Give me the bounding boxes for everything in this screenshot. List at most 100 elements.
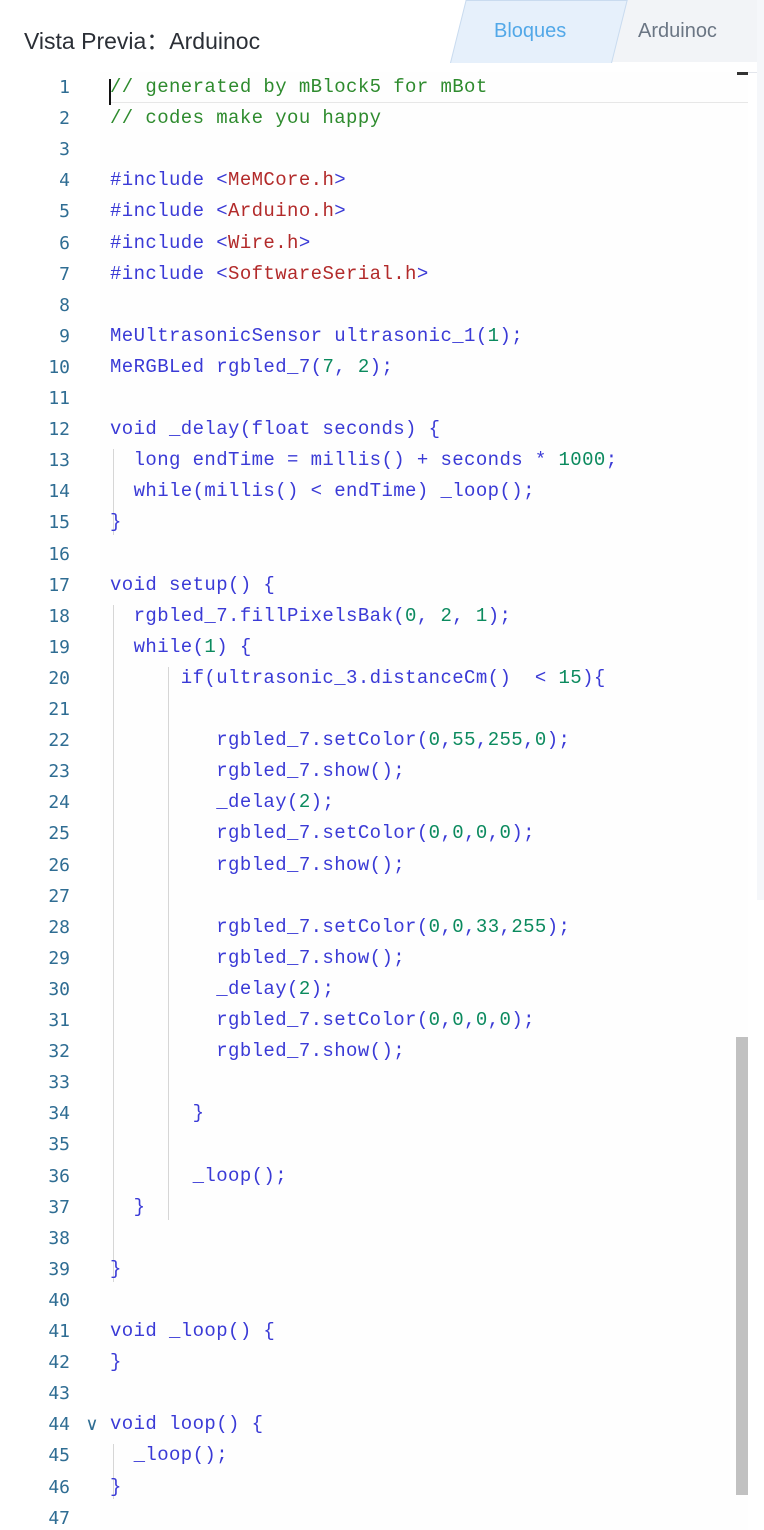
- code-text: }: [110, 1102, 205, 1125]
- code-line[interactable]: 18 rgbled_7.fillPixelsBak(0, 2, 1);: [0, 601, 748, 632]
- code-line[interactable]: 27: [0, 881, 748, 912]
- line-number: 39: [48, 1258, 70, 1280]
- line-number: 11: [48, 388, 70, 409]
- line-number: 2: [59, 108, 70, 130]
- code-line[interactable]: 24 _delay(2);: [0, 787, 748, 818]
- code-line[interactable]: 42}: [0, 1347, 748, 1378]
- code-line[interactable]: 11: [0, 383, 748, 414]
- vertical-scrollbar-thumb[interactable]: [736, 1037, 748, 1495]
- code-line[interactable]: 8: [0, 290, 748, 321]
- code-line[interactable]: 38: [0, 1223, 748, 1254]
- code-line[interactable]: 13 long endTime = millis() + seconds * 1…: [0, 445, 748, 476]
- code-line[interactable]: 26 rgbled_7.show();: [0, 850, 748, 881]
- preview-header: Vista Previa：Arduinoc Bloques Arduinoc: [0, 0, 764, 73]
- code-line[interactable]: 35: [0, 1129, 748, 1160]
- code-line[interactable]: 20 if(ultrasonic_3.distanceCm() < 15){: [0, 663, 748, 694]
- code-line[interactable]: 7 #include <SoftwareSerial.h>: [0, 259, 748, 290]
- line-number: 29: [48, 947, 70, 969]
- line-number: 8: [59, 294, 70, 316]
- code-line[interactable]: 4 #include <MeMCore.h>: [0, 165, 748, 196]
- code-line[interactable]: 22 rgbled_7.setColor(0,55,255,0);: [0, 725, 748, 756]
- code-line[interactable]: 5 #include <Arduino.h>: [0, 196, 748, 227]
- code-line[interactable]: 2 // codes make you happy: [0, 103, 748, 134]
- code-text: #include <SoftwareSerial.h>: [110, 262, 429, 285]
- code-line[interactable]: 31 rgbled_7.setColor(0,0,0,0);: [0, 1005, 748, 1036]
- code-text: }: [110, 1257, 122, 1280]
- line-number: 42: [48, 1352, 70, 1374]
- code-text: while(1) {: [110, 635, 252, 658]
- code-text: rgbled_7.show();: [110, 760, 406, 783]
- code-text: _delay(2);: [110, 791, 335, 814]
- code-line[interactable]: 25 rgbled_7.setColor(0,0,0,0);: [0, 818, 748, 849]
- code-line[interactable]: 28 rgbled_7.setColor(0,0,33,255);: [0, 912, 748, 943]
- code-text: rgbled_7.setColor(0,0,33,255);: [110, 915, 571, 938]
- code-text: while(millis() < endTime) _loop();: [110, 480, 535, 503]
- line-number: 36: [48, 1165, 70, 1187]
- code-line[interactable]: 47: [0, 1503, 748, 1530]
- line-number: 12: [48, 419, 70, 441]
- line-number: 40: [48, 1289, 70, 1311]
- line-number: 34: [48, 1103, 70, 1125]
- code-line[interactable]: 29 rgbled_7.show();: [0, 943, 748, 974]
- line-number: 27: [48, 885, 70, 907]
- line-number: 24: [48, 792, 70, 814]
- line-number: 35: [48, 1134, 70, 1156]
- line-number: 16: [48, 543, 70, 565]
- code-line[interactable]: 10 MeRGBLed rgbled_7(7, 2);: [0, 352, 748, 383]
- code-line[interactable]: 32 rgbled_7.show();: [0, 1036, 748, 1067]
- code-line[interactable]: 17 void setup() {: [0, 570, 748, 601]
- line-number: 28: [48, 916, 70, 938]
- line-number: 9: [59, 325, 70, 347]
- code-text: void _loop() {: [110, 1320, 276, 1342]
- code-editor[interactable]: 1 // generated by mBlock5 for mBot 2 // cod…: [0, 72, 748, 1530]
- code-line[interactable]: 14 while(millis() < endTime) _loop();: [0, 476, 748, 507]
- code-line[interactable]: 12 void _delay(float seconds) {: [0, 414, 748, 445]
- code-text: #include <Arduino.h>: [110, 200, 347, 223]
- tab-bloques[interactable]: Bloques: [494, 20, 566, 43]
- line-number: 46: [48, 1476, 70, 1498]
- chevron-down-icon[interactable]: ∨: [80, 1409, 104, 1440]
- line-number: 31: [48, 1010, 70, 1031]
- line-number: 3: [59, 139, 70, 161]
- code-line[interactable]: 44 ∨ void loop() {: [0, 1409, 748, 1440]
- line-number: 23: [48, 761, 70, 783]
- code-line[interactable]: 30 _delay(2);: [0, 974, 748, 1005]
- line-number: 13: [48, 450, 70, 472]
- line-number: 43: [48, 1383, 70, 1405]
- code-text: }: [110, 511, 122, 534]
- code-text: rgbled_7.show();: [110, 946, 406, 969]
- line-number: 7: [59, 263, 70, 285]
- code-text: void setup() {: [110, 573, 276, 596]
- code-line[interactable]: 6 #include <Wire.h>: [0, 228, 748, 259]
- line-number: 30: [48, 978, 70, 1000]
- code-line[interactable]: 43: [0, 1378, 748, 1409]
- code-line[interactable]: 37 }: [0, 1192, 748, 1223]
- tab-arduinoc[interactable]: Arduinoc: [638, 20, 717, 43]
- code-line[interactable]: 15}: [0, 507, 748, 538]
- code-line[interactable]: 16: [0, 539, 748, 570]
- code-line[interactable]: 36 _loop();: [0, 1161, 748, 1192]
- code-line[interactable]: 34 }: [0, 1098, 748, 1129]
- code-line[interactable]: 39}: [0, 1254, 748, 1285]
- code-line[interactable]: 9 MeUltrasonicSensor ultrasonic_1(1);: [0, 321, 748, 352]
- code-line[interactable]: 41 void _loop() {: [0, 1316, 748, 1347]
- code-text: }: [110, 1475, 122, 1498]
- preview-title: Vista Previa：Arduinoc: [24, 28, 261, 54]
- code-text: MeUltrasonicSensor ultrasonic_1(1);: [110, 324, 524, 347]
- code-line[interactable]: 46}: [0, 1472, 748, 1503]
- code-line[interactable]: 1 // generated by mBlock5 for mBot: [0, 72, 748, 103]
- line-number: 37: [48, 1196, 70, 1218]
- code-text: _delay(2);: [110, 977, 335, 1000]
- line-number: 1: [59, 77, 70, 98]
- line-number: 14: [48, 481, 70, 503]
- code-line[interactable]: 3: [0, 134, 748, 165]
- code-line[interactable]: 19 while(1) {: [0, 632, 748, 663]
- code-line[interactable]: 23 rgbled_7.show();: [0, 756, 748, 787]
- line-number: 19: [48, 636, 70, 658]
- code-line[interactable]: 21: [0, 694, 748, 725]
- line-number: 22: [48, 730, 70, 752]
- code-line[interactable]: 45 _loop();: [0, 1440, 748, 1471]
- code-line[interactable]: 40: [0, 1285, 748, 1316]
- line-number: 17: [48, 574, 70, 596]
- code-line[interactable]: 33: [0, 1067, 748, 1098]
